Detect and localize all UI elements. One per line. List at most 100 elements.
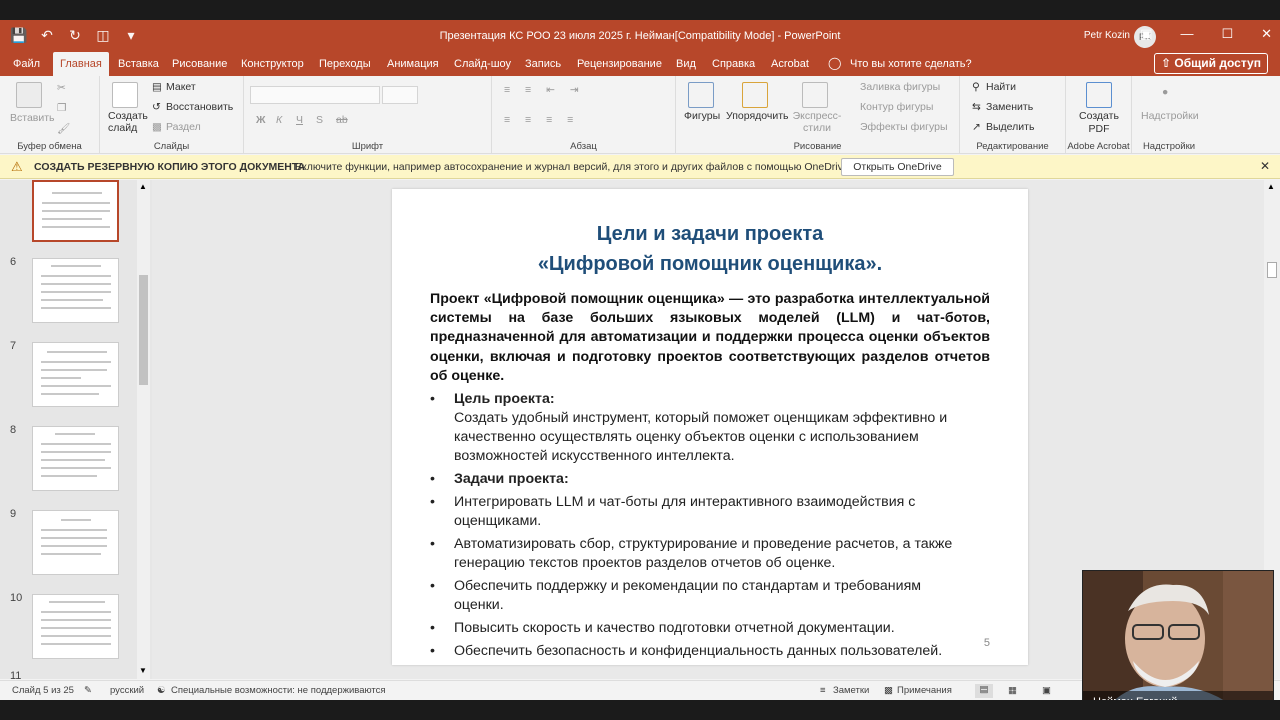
tab-file[interactable]: Файл: [6, 52, 47, 76]
customize-icon[interactable]: ▾: [122, 27, 140, 44]
undo-icon[interactable]: ↶: [38, 27, 56, 44]
create-pdf-button[interactable]: Создать PDF: [1074, 110, 1124, 136]
select-button[interactable]: Выделить: [986, 121, 1034, 133]
thumbnail-slide-6[interactable]: [32, 258, 119, 323]
tab-slideshow[interactable]: Слайд-шоу: [447, 52, 518, 76]
tab-animations[interactable]: Анимация: [380, 52, 446, 76]
create-pdf-icon[interactable]: [1086, 82, 1112, 108]
quick-styles-icon[interactable]: [802, 82, 828, 108]
comments-button[interactable]: Примечания: [897, 685, 952, 696]
arrange-button[interactable]: Упорядочить: [726, 110, 788, 122]
user-name[interactable]: Petr Kozin: [1084, 30, 1130, 41]
maximize-icon[interactable]: ☐: [1221, 26, 1233, 42]
paragraph-group-label: Абзац: [570, 141, 597, 152]
lightbulb-icon: ◯: [828, 56, 842, 70]
section-button[interactable]: Раздел: [166, 121, 201, 133]
copy-icon[interactable]: ❐: [57, 102, 66, 114]
redo-icon[interactable]: ↻: [66, 27, 84, 44]
shapes-button[interactable]: Фигуры: [684, 110, 720, 122]
section-icon[interactable]: ▩: [152, 121, 162, 133]
current-slide[interactable]: Цели и задачи проекта «Цифровой помощник…: [392, 189, 1028, 665]
underline-button[interactable]: Ч: [296, 114, 303, 126]
shadow-button[interactable]: S: [316, 114, 323, 126]
thumbnail-slide-10[interactable]: [32, 594, 119, 659]
shape-effects-button[interactable]: Эффекты фигуры: [860, 121, 948, 133]
tab-view[interactable]: Вид: [669, 52, 703, 76]
tell-me-search[interactable]: Что вы хотите сделать?: [843, 52, 979, 76]
tab-insert[interactable]: Вставка: [111, 52, 166, 76]
share-icon: ⇧: [1161, 56, 1175, 70]
shape-outline-button[interactable]: Контур фигуры: [860, 101, 933, 113]
slide-intro-text[interactable]: Проект «Цифровой помощник оценщика» — эт…: [430, 290, 990, 386]
new-slide-icon[interactable]: [112, 82, 138, 108]
find-button[interactable]: Найти: [986, 81, 1016, 93]
slide-count[interactable]: Слайд 5 из 25: [12, 685, 74, 696]
layout-icon[interactable]: ▤: [152, 81, 162, 93]
scrollbar-thumb[interactable]: [1267, 262, 1277, 278]
close-icon[interactable]: ✕: [1260, 159, 1270, 173]
present-icon[interactable]: ◫: [94, 27, 112, 44]
arrange-icon[interactable]: [742, 82, 768, 108]
layout-button[interactable]: Макет: [166, 81, 196, 93]
slide-sorter-icon[interactable]: ▦: [1008, 685, 1017, 696]
paste-icon[interactable]: [16, 82, 42, 108]
save-icon[interactable]: 💾: [10, 27, 28, 44]
bold-button[interactable]: Ж: [256, 114, 266, 126]
notes-button[interactable]: Заметки: [833, 685, 869, 696]
tab-home[interactable]: Главная: [53, 52, 109, 76]
format-painter-icon[interactable]: 🖌: [57, 122, 70, 135]
thumb-line: [52, 192, 102, 194]
quick-styles-button[interactable]: Экспресс-стили: [792, 110, 842, 134]
scrollbar-thumb[interactable]: [139, 275, 148, 385]
replace-icon[interactable]: ⇆: [972, 101, 981, 113]
slide-title[interactable]: Цели и задачи проекта «Цифровой помощник…: [392, 219, 1028, 279]
italic-button[interactable]: К: [276, 114, 282, 126]
reset-icon[interactable]: ↺: [152, 101, 161, 113]
addins-button[interactable]: Надстройки: [1141, 110, 1199, 122]
tab-help[interactable]: Справка: [705, 52, 762, 76]
reading-view-icon[interactable]: ▣: [1042, 685, 1051, 696]
find-icon[interactable]: ⚲: [972, 81, 980, 93]
addins-icon: ●: [1162, 86, 1169, 98]
spelling-icon[interactable]: ✎: [84, 685, 92, 696]
tab-transitions[interactable]: Переходы: [312, 52, 378, 76]
font-name-select[interactable]: [250, 86, 380, 104]
tab-record[interactable]: Запись: [518, 52, 568, 76]
ribbon-display-icon[interactable]: ▣: [1140, 26, 1152, 42]
align-icons[interactable]: ≡ ≡ ≡ ≡: [504, 114, 579, 126]
thumbnail-slide-9[interactable]: [32, 510, 119, 575]
new-slide-button[interactable]: Создать слайд: [108, 110, 152, 134]
list-icons[interactable]: ≡ ≡ ⇤ ⇥: [504, 84, 585, 96]
thumbnail-scrollbar[interactable]: ▲ ▼: [137, 180, 150, 679]
scroll-up-icon[interactable]: ▲: [1267, 182, 1275, 191]
thumbnail-slide-5[interactable]: [32, 180, 119, 242]
scroll-down-icon[interactable]: ▼: [139, 666, 147, 675]
tab-acrobat[interactable]: Acrobat: [764, 52, 816, 76]
language[interactable]: русский: [110, 685, 144, 696]
replace-button[interactable]: Заменить: [986, 101, 1033, 113]
thumb-line: [41, 627, 111, 629]
thumbnail-slide-7[interactable]: [32, 342, 119, 407]
close-icon[interactable]: ✕: [1261, 26, 1272, 42]
reset-button[interactable]: Восстановить: [166, 101, 233, 113]
shape-fill-button[interactable]: Заливка фигуры: [860, 81, 940, 93]
shapes-icon[interactable]: [688, 82, 714, 108]
cut-icon[interactable]: ✂: [57, 82, 66, 94]
accessibility-status[interactable]: Специальные возможности: не поддерживают…: [171, 685, 386, 696]
tab-draw[interactable]: Рисование: [165, 52, 234, 76]
tab-design[interactable]: Конструктор: [234, 52, 311, 76]
scroll-up-icon[interactable]: ▲: [139, 182, 147, 191]
select-icon[interactable]: ↗: [972, 121, 981, 133]
clipboard-group: Вставить ✂ ❐ 🖌 Буфер обмена: [0, 76, 100, 154]
thumb-line: [61, 519, 91, 521]
share-button[interactable]: ⇧ Общий доступ: [1154, 53, 1268, 74]
thumbnail-slide-8[interactable]: [32, 426, 119, 491]
font-size-select[interactable]: [382, 86, 418, 104]
open-onedrive-button[interactable]: Открыть OneDrive: [841, 158, 954, 176]
acrobat-group-label: Adobe Acrobat: [1067, 141, 1130, 152]
tab-review[interactable]: Рецензирование: [570, 52, 669, 76]
strikethrough-button[interactable]: ab: [336, 114, 348, 126]
paste-button[interactable]: Вставить: [10, 112, 55, 124]
normal-view-icon[interactable]: ▤: [975, 684, 993, 698]
minimize-icon[interactable]: —: [1180, 26, 1193, 42]
